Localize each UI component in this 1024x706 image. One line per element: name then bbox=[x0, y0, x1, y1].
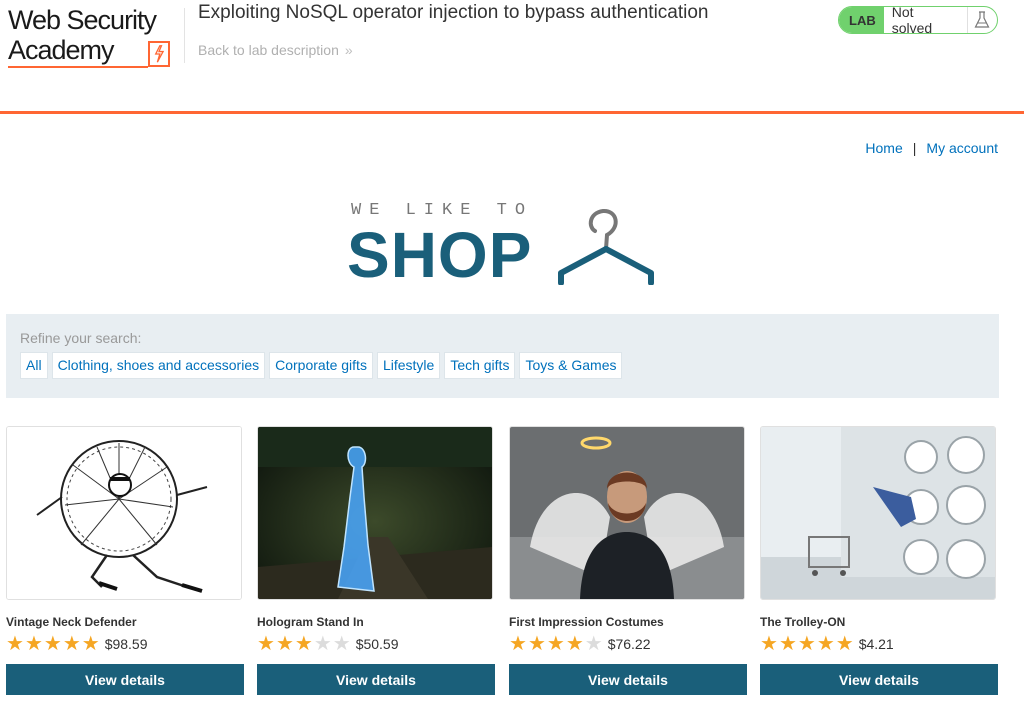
product-image[interactable] bbox=[509, 426, 745, 600]
star-icon: ★ bbox=[6, 633, 24, 655]
category-toys-games[interactable]: Toys & Games bbox=[519, 352, 623, 379]
category-tech-gifts[interactable]: Tech gifts bbox=[444, 352, 516, 379]
product-price: $50.59 bbox=[355, 636, 399, 652]
banner-shop-word: SHOP bbox=[347, 219, 533, 291]
category-corporate-gifts[interactable]: Corporate gifts bbox=[269, 352, 373, 379]
logo-line-1: Web Security bbox=[8, 5, 157, 35]
product-price: $76.22 bbox=[607, 636, 651, 652]
lab-title: Exploiting NoSQL operator injection to b… bbox=[198, 2, 709, 23]
product-rating: ★ ★ ★ ★ ★ $98.59 bbox=[6, 634, 244, 654]
star-icon: ★ bbox=[546, 633, 565, 655]
my-account-link[interactable]: My account bbox=[926, 140, 998, 156]
back-link-label: Back to lab description bbox=[198, 42, 339, 58]
lab-status-text: Not solved bbox=[891, 6, 933, 34]
star-icon: ★ bbox=[584, 633, 603, 655]
star-icon: ★ bbox=[275, 633, 294, 655]
star-icon: ★ bbox=[62, 633, 81, 655]
product-price: $4.21 bbox=[858, 636, 894, 652]
refine-search-label: Refine your search: bbox=[20, 330, 142, 346]
hanger-icon bbox=[558, 209, 654, 285]
star-icon: ★ bbox=[509, 633, 527, 655]
category-clothing[interactable]: Clothing, shoes and accessories bbox=[51, 352, 266, 379]
star-icon: ★ bbox=[24, 633, 43, 655]
account-nav: Home | My account bbox=[865, 140, 998, 156]
product-card: The Trolley-ON ★ ★ ★ ★ ★ $4.21 View details bbox=[760, 426, 998, 695]
lab-badge: LAB bbox=[839, 7, 884, 33]
logo-line-2: Academy bbox=[8, 35, 115, 65]
star-icon: ★ bbox=[565, 633, 584, 655]
product-card: First Impression Costumes ★ ★ ★ ★ ★ $76.22 V… bbox=[509, 426, 747, 695]
category-all[interactable]: All bbox=[20, 352, 48, 379]
product-card: Vintage Neck Defender ★ ★ ★ ★ ★ $98.59 View … bbox=[6, 426, 244, 695]
star-icon: ★ bbox=[527, 633, 546, 655]
star-icon: ★ bbox=[816, 633, 835, 655]
view-details-button[interactable]: View details bbox=[257, 664, 495, 695]
product-image[interactable] bbox=[257, 426, 493, 600]
product-rating: ★ ★ ★ ★ ★ $4.21 bbox=[760, 634, 998, 654]
product-price: $98.59 bbox=[104, 636, 148, 652]
product-image[interactable] bbox=[760, 426, 996, 600]
category-lifestyle[interactable]: Lifestyle bbox=[376, 352, 441, 379]
product-card: Hologram Stand In ★ ★ ★ ★ ★ $50.59 View deta… bbox=[257, 426, 495, 695]
product-rating: ★ ★ ★ ★ ★ $50.59 bbox=[257, 634, 495, 654]
logo-underline bbox=[8, 66, 148, 68]
star-icon: ★ bbox=[43, 633, 62, 655]
flask-icon bbox=[966, 7, 997, 33]
product-name: Vintage Neck Defender bbox=[6, 615, 137, 629]
banner-tagline: WE LIKE TO bbox=[351, 201, 534, 220]
shop-banner: WE LIKE TO SHOP bbox=[347, 198, 659, 291]
nav-separator: | bbox=[912, 140, 917, 156]
product-name: Hologram Stand In bbox=[257, 615, 364, 629]
lightning-icon bbox=[148, 41, 170, 67]
refine-search-panel: Refine your search: All Clothing, shoes … bbox=[6, 314, 999, 398]
view-details-button[interactable]: View details bbox=[509, 664, 747, 695]
star-icon: ★ bbox=[313, 633, 332, 655]
header-divider bbox=[184, 8, 185, 63]
product-rating: ★ ★ ★ ★ ★ $76.22 bbox=[509, 634, 747, 654]
view-details-button[interactable]: View details bbox=[6, 664, 244, 695]
star-icon: ★ bbox=[257, 633, 275, 655]
star-icon: ★ bbox=[778, 633, 797, 655]
double-chevron-right-icon: » bbox=[344, 42, 353, 58]
home-link[interactable]: Home bbox=[865, 140, 902, 156]
star-icon: ★ bbox=[294, 633, 313, 655]
star-icon: ★ bbox=[835, 633, 854, 655]
category-filter-list: All Clothing, shoes and accessories Corp… bbox=[20, 352, 623, 379]
star-icon: ★ bbox=[797, 633, 816, 655]
academy-header: Web Security Academy Exploiting NoSQL op… bbox=[0, 0, 1024, 111]
view-details-button[interactable]: View details bbox=[760, 664, 998, 695]
product-name: First Impression Costumes bbox=[509, 615, 664, 629]
back-to-lab-description-link[interactable]: Back to lab description » bbox=[198, 42, 353, 58]
lab-status-widget: LAB Not solved bbox=[838, 6, 998, 34]
star-icon: ★ bbox=[332, 633, 351, 655]
header-orange-rule bbox=[0, 111, 1024, 114]
product-name: The Trolley-ON bbox=[760, 615, 846, 629]
web-security-academy-logo[interactable]: Web Security Academy bbox=[8, 5, 183, 68]
star-icon: ★ bbox=[81, 633, 100, 655]
product-image[interactable] bbox=[6, 426, 242, 600]
star-icon: ★ bbox=[760, 633, 778, 655]
